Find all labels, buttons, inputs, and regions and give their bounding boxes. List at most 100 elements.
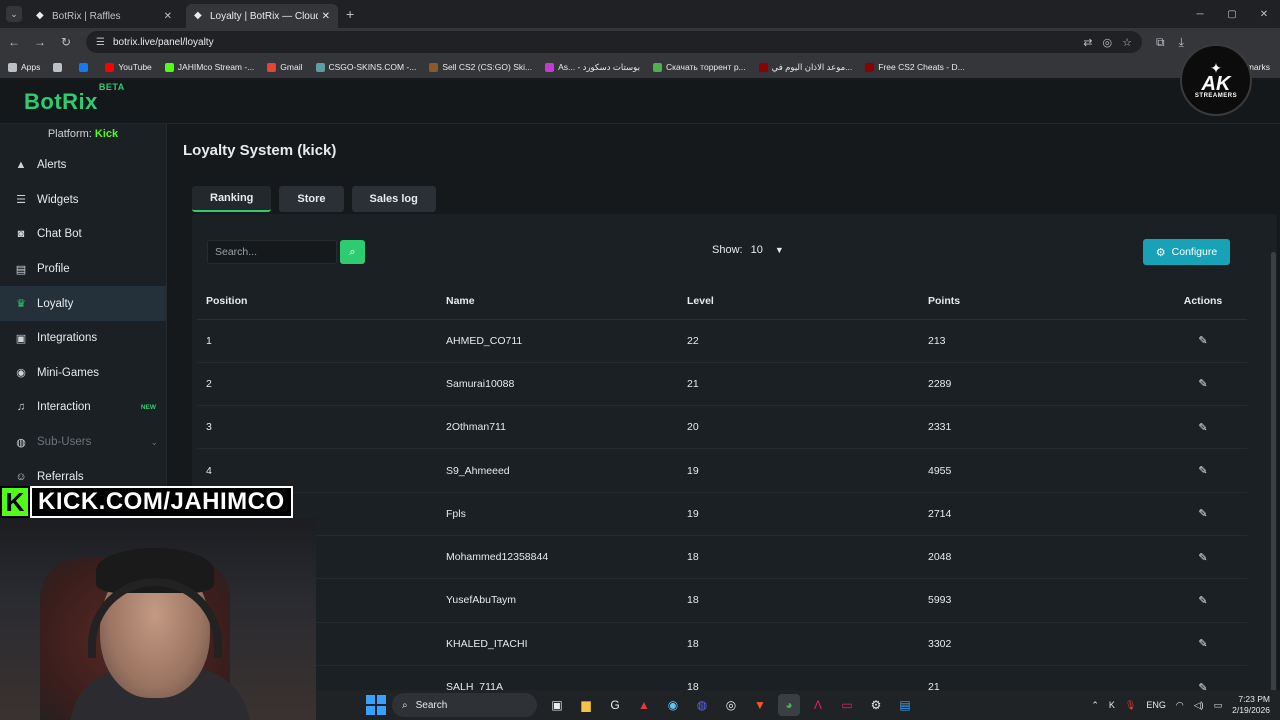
download-icon[interactable]: ⤓: [1179, 35, 1184, 50]
app-red-a-icon[interactable]: Λ: [807, 694, 829, 716]
sidebar-item-loyalty[interactable]: ♛ Loyalty: [0, 286, 166, 321]
file-explorer-icon[interactable]: ▆: [575, 694, 597, 716]
bookmark-item[interactable]: YouTube: [105, 62, 152, 72]
chrome-icon[interactable]: ◕: [778, 694, 800, 716]
obs-icon[interactable]: ◎: [720, 694, 742, 716]
minimize-icon[interactable]: ─: [1184, 0, 1216, 28]
tab-sales-log[interactable]: Sales log: [351, 186, 436, 212]
edit-pencil-icon[interactable]: ✎: [1198, 552, 1207, 564]
close-tab-icon[interactable]: ✕: [164, 11, 172, 22]
bookmark-item[interactable]: CSGO-SKINS.COM -...: [315, 62, 416, 72]
extensions-icon[interactable]: ⧉: [1156, 35, 1165, 50]
cell-level: 21: [678, 362, 919, 407]
bookmark-label: Apps: [21, 62, 41, 72]
close-window-icon[interactable]: ✕: [1248, 0, 1280, 28]
maximize-icon[interactable]: ▢: [1216, 0, 1248, 28]
header-level[interactable]: Level: [678, 284, 919, 320]
windows-start-icon[interactable]: [366, 695, 386, 715]
address-bar-row: ← → ↻ ☰ botrix.live/panel/loyalty ⇄ ◎ ☆ …: [0, 28, 1280, 56]
sidebar-item-chat-bot[interactable]: ◙ Chat Bot: [0, 217, 166, 252]
music-icon: ♫: [16, 401, 26, 414]
sidebar-item-alerts[interactable]: ▲ Alerts: [0, 148, 166, 183]
bookmark-item[interactable]: Free CS2 Cheats - D...: [865, 62, 965, 72]
site-info-icon[interactable]: ☰: [96, 37, 105, 48]
bookmark-item[interactable]: Gmail: [267, 62, 303, 72]
tab-ranking[interactable]: Ranking: [192, 186, 272, 212]
tab-search-icon[interactable]: ⌄: [6, 6, 22, 22]
sidebar-item-mini-games[interactable]: ◉ Mini-Games: [0, 356, 166, 391]
kick-tray-icon[interactable]: K: [1109, 700, 1115, 710]
search-icon: ⌕: [402, 699, 408, 711]
close-tab-icon[interactable]: ✕: [322, 11, 330, 22]
taskbar-search[interactable]: ⌕ Search: [392, 693, 537, 717]
sidebar-item-interaction[interactable]: ♫ Interaction NEW: [0, 390, 166, 425]
microphone-icon[interactable]: 🎙: [1125, 700, 1136, 711]
sidebar-item-sub-users[interactable]: ◍ Sub-Users ⌄: [0, 425, 166, 460]
header-position[interactable]: Position: [197, 284, 437, 320]
sidebar-item-integrations[interactable]: ▣ Integrations: [0, 321, 166, 356]
g-app-icon[interactable]: G: [604, 694, 626, 716]
url-input[interactable]: ☰ botrix.live/panel/loyalty ⇄ ◎ ☆: [86, 31, 1142, 53]
bookmark-item[interactable]: Apps: [8, 62, 40, 72]
bookmark-item[interactable]: As... - بوستات دسكورد: [545, 62, 640, 73]
bookmark-favicon-icon: [758, 62, 768, 72]
taskbar-clock[interactable]: 7:23 PM 2/19/2026: [1232, 694, 1270, 716]
sidebar-item-label: Interaction: [37, 401, 91, 414]
cell-name: S9_Ahmeeed: [437, 448, 678, 493]
kick-channel-banner: K KICK.COM/JAHIMCO: [0, 486, 293, 518]
battery-icon[interactable]: ▭: [1214, 700, 1223, 711]
header-points[interactable]: Points: [919, 284, 1159, 320]
new-tab-icon[interactable]: +: [346, 6, 354, 22]
header-name[interactable]: Name: [437, 284, 678, 320]
reload-icon[interactable]: ↻: [54, 35, 78, 49]
app-blue-icon[interactable]: ▤: [894, 694, 916, 716]
search-button[interactable]: ⌕: [340, 240, 365, 264]
cell-points: 2289: [919, 362, 1159, 407]
search-input[interactable]: [207, 240, 337, 264]
volume-icon[interactable]: ◁): [1194, 700, 1204, 711]
back-icon[interactable]: ←: [2, 35, 26, 49]
sidebar-item-widgets[interactable]: ☰ Widgets: [0, 183, 166, 218]
edit-pencil-icon[interactable]: ✎: [1198, 422, 1207, 434]
edit-pencil-icon[interactable]: ✎: [1198, 378, 1207, 390]
tray-chevron-up-icon[interactable]: ⌃: [1091, 700, 1099, 711]
table-row: 3 2Othman711 20 2331 ✎: [197, 405, 1247, 450]
app-monitor-icon[interactable]: ▭: [836, 694, 858, 716]
task-view-icon[interactable]: ▣: [546, 694, 568, 716]
sidebar-item-label: Sub-Users: [37, 436, 92, 449]
edit-pencil-icon[interactable]: ✎: [1198, 508, 1207, 520]
page-size-select[interactable]: 10 ▼: [751, 244, 784, 256]
page-scrollbar[interactable]: [1271, 252, 1276, 698]
configure-button[interactable]: ⚙ Configure: [1143, 239, 1230, 265]
translate-icon[interactable]: ⇄: [1083, 36, 1092, 49]
edit-pencil-icon[interactable]: ✎: [1198, 595, 1207, 607]
language-indicator[interactable]: ENG: [1146, 700, 1166, 710]
bookmark-item[interactable]: [79, 62, 92, 72]
settings-icon[interactable]: ⚙: [865, 694, 887, 716]
discord-icon[interactable]: ◍: [691, 694, 713, 716]
bookmark-item[interactable]: JAHIMco Stream -...: [164, 62, 254, 72]
edit-pencil-icon[interactable]: ✎: [1198, 465, 1207, 477]
ak-streamers-logo: ✦ AK STREAMERS: [1180, 44, 1252, 116]
botrix-logo[interactable]: BotRixBETA: [24, 82, 125, 115]
tab-title: Loyalty | BotRix — Cloud Stream: [210, 10, 318, 22]
eye-off-icon[interactable]: ◎: [1103, 36, 1113, 49]
forward-icon[interactable]: →: [28, 35, 52, 49]
bookmark-item[interactable]: Sell CS2 (CS:GO) Ski...: [429, 62, 532, 72]
app-a-icon[interactable]: ▲: [633, 694, 655, 716]
edit-pencil-icon[interactable]: ✎: [1198, 638, 1207, 650]
steam-icon[interactable]: ◉: [662, 694, 684, 716]
system-tray: ⌃ K 🎙 ENG ◠ ◁) ▭ 7:23 PM 2/19/2026: [1091, 690, 1270, 720]
browser-tab-raffles[interactable]: ◆ BotRix | Raffles ✕: [28, 4, 180, 28]
wifi-icon[interactable]: ◠: [1176, 700, 1184, 711]
tab-store[interactable]: Store: [279, 186, 344, 212]
bookmark-item[interactable]: موعد الاذان اليوم في...: [758, 62, 852, 73]
browser-tab-loyalty[interactable]: ◆ Loyalty | BotRix — Cloud Stream ✕: [186, 4, 338, 28]
table-header-row: Position Name Level Points Actions: [197, 284, 1247, 320]
sidebar-item-profile[interactable]: ▤ Profile: [0, 252, 166, 287]
edit-pencil-icon[interactable]: ✎: [1198, 335, 1207, 347]
brave-icon[interactable]: ▼: [749, 694, 771, 716]
bookmark-item[interactable]: [53, 62, 66, 72]
bookmark-star-icon[interactable]: ☆: [1122, 36, 1132, 49]
bookmark-item[interactable]: Скачать торрент р...: [652, 62, 746, 72]
